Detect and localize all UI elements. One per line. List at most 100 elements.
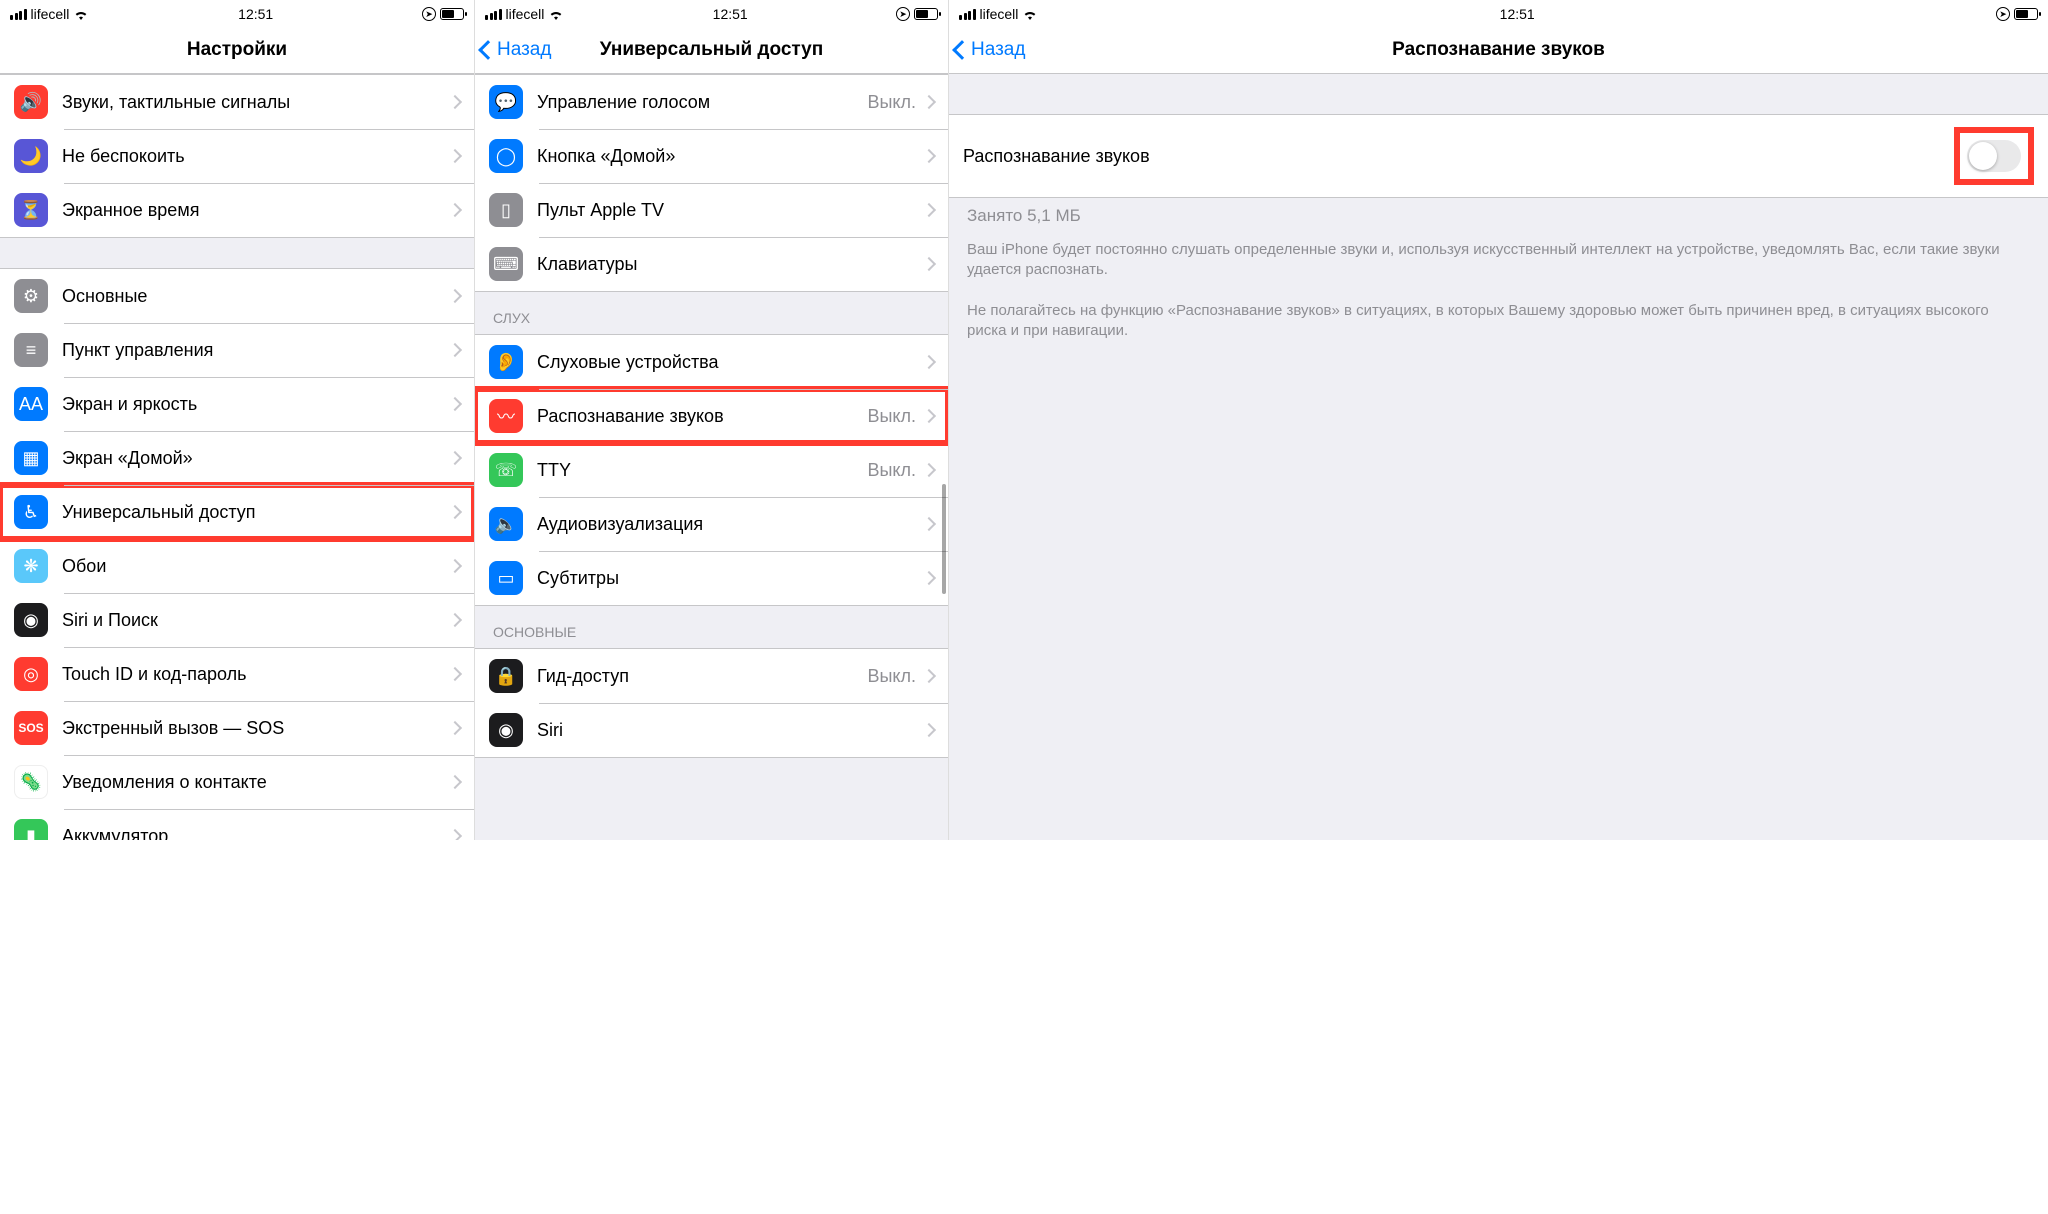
- description-1: Ваш iPhone будет постоянно слушать опред…: [949, 230, 2048, 291]
- page-title: Распознавание звуков: [1392, 39, 1605, 61]
- row-hearing-devices[interactable]: 👂 Слуховые устройства: [475, 335, 948, 389]
- status-bar: lifecell 12:51 ➤: [0, 0, 474, 26]
- row-label: Звуки, тактильные сигналы: [62, 92, 450, 113]
- row-siri-access[interactable]: ◉ Siri: [475, 703, 948, 757]
- row-home-screen[interactable]: ▦ Экран «Домой»: [0, 431, 474, 485]
- sound-waves-icon: 〰: [489, 399, 523, 433]
- chevron-right-icon: [448, 289, 462, 303]
- row-label: Аккумулятор: [62, 826, 450, 841]
- carrier-label: lifecell: [980, 6, 1019, 22]
- carrier-label: lifecell: [506, 6, 545, 22]
- accessibility-list[interactable]: 💬 Управление голосом Выкл. ◯ Кнопка «Дом…: [475, 74, 948, 840]
- row-sos[interactable]: SOS Экстренный вызов — SOS: [0, 701, 474, 755]
- row-label: Экран «Домой»: [62, 448, 450, 469]
- nav-bar: Назад Универсальный доступ: [475, 26, 948, 74]
- row-label: Управление голосом: [537, 92, 867, 113]
- row-sound-recognition[interactable]: 〰 Распознавание звуков Выкл.: [475, 389, 948, 443]
- row-label: Кнопка «Домой»: [537, 146, 924, 167]
- row-touchid[interactable]: ◎ Touch ID и код-пароль: [0, 647, 474, 701]
- row-sounds[interactable]: 🔊 Звуки, тактильные сигналы: [0, 75, 474, 129]
- chevron-right-icon: [448, 451, 462, 465]
- row-accessibility[interactable]: ♿︎ Универсальный доступ: [0, 485, 474, 539]
- row-audio-visual[interactable]: 🔈 Аудиовизуализация: [475, 497, 948, 551]
- row-subtitles[interactable]: ▭ Субтитры: [475, 551, 948, 605]
- row-value: Выкл.: [867, 460, 916, 481]
- text-size-icon: AA: [14, 387, 48, 421]
- row-home-button[interactable]: ◯ Кнопка «Домой»: [475, 129, 948, 183]
- row-display[interactable]: AA Экран и яркость: [0, 377, 474, 431]
- exposure-icon: 🦠: [14, 765, 48, 799]
- row-label: Обои: [62, 556, 450, 577]
- scrollbar[interactable]: [942, 484, 946, 594]
- row-label: Аудиовизуализация: [537, 514, 924, 535]
- row-label: Экстренный вызов — SOS: [62, 718, 450, 739]
- row-label: Распознавание звуков: [537, 406, 867, 427]
- gear-icon: ⚙︎: [14, 279, 48, 313]
- row-keyboards[interactable]: ⌨︎ Клавиатуры: [475, 237, 948, 291]
- row-dnd[interactable]: 🌙 Не беспокоить: [0, 129, 474, 183]
- row-apple-tv[interactable]: ▯ Пульт Apple TV: [475, 183, 948, 237]
- panel-accessibility: lifecell 12:51 ➤ Назад Универсальный дос…: [474, 0, 948, 840]
- row-tty[interactable]: ☏ TTY Выкл.: [475, 443, 948, 497]
- row-label: Не беспокоить: [62, 146, 450, 167]
- row-label: Touch ID и код-пароль: [62, 664, 450, 685]
- row-label: Siri и Поиск: [62, 610, 450, 631]
- highlight-box: [1954, 127, 2034, 185]
- chevron-right-icon: [922, 95, 936, 109]
- fingerprint-icon: ◎: [14, 657, 48, 691]
- row-voice-control[interactable]: 💬 Управление голосом Выкл.: [475, 75, 948, 129]
- chevron-right-icon: [448, 613, 462, 627]
- page-title: Настройки: [187, 39, 287, 61]
- chevron-right-icon: [922, 257, 936, 271]
- row-label: Экран и яркость: [62, 394, 450, 415]
- status-bar: lifecell 12:51 ➤: [949, 0, 2048, 26]
- row-exposure[interactable]: 🦠 Уведомления о контакте: [0, 755, 474, 809]
- signal-bars-icon: [10, 9, 27, 20]
- chevron-right-icon: [448, 775, 462, 789]
- chevron-right-icon: [922, 463, 936, 477]
- row-guided-access[interactable]: 🔒 Гид-доступ Выкл.: [475, 649, 948, 703]
- row-screentime[interactable]: ⏳ Экранное время: [0, 183, 474, 237]
- row-label: Основные: [62, 286, 450, 307]
- sounds-icon: 🔊: [14, 85, 48, 119]
- row-label: Универсальный доступ: [62, 502, 450, 523]
- chevron-right-icon: [922, 203, 936, 217]
- chevron-right-icon: [448, 559, 462, 573]
- back-button[interactable]: Назад: [955, 39, 1025, 61]
- clock: 12:51: [1500, 6, 1535, 22]
- sound-recognition-toggle[interactable]: [1967, 140, 2021, 172]
- battery-icon: [440, 8, 464, 20]
- tty-icon: ☏: [489, 453, 523, 487]
- row-label: TTY: [537, 460, 867, 481]
- battery-icon: [914, 8, 938, 20]
- settings-list[interactable]: 🔊 Звуки, тактильные сигналы 🌙 Не беспоко…: [0, 74, 474, 840]
- signal-bars-icon: [485, 9, 502, 20]
- row-label: Пункт управления: [62, 340, 450, 361]
- ear-icon: 👂: [489, 345, 523, 379]
- wifi-icon: [73, 8, 89, 20]
- battery-icon: [2014, 8, 2038, 20]
- row-battery[interactable]: ▮ Аккумулятор: [0, 809, 474, 840]
- row-value: Выкл.: [867, 406, 916, 427]
- row-label: Слуховые устройства: [537, 352, 924, 373]
- clock: 12:51: [238, 6, 273, 22]
- chevron-right-icon: [922, 409, 936, 423]
- chevron-right-icon: [448, 203, 462, 217]
- lock-box-icon: 🔒: [489, 659, 523, 693]
- row-general[interactable]: ⚙︎ Основные: [0, 269, 474, 323]
- voice-icon: 💬: [489, 85, 523, 119]
- row-control-center[interactable]: ≡ Пункт управления: [0, 323, 474, 377]
- row-wallpaper[interactable]: ❋ Обои: [0, 539, 474, 593]
- chevron-right-icon: [448, 149, 462, 163]
- chevron-left-icon: [952, 40, 972, 60]
- row-siri[interactable]: ◉ Siri и Поиск: [0, 593, 474, 647]
- panel-sound-recognition: lifecell 12:51 ➤ Назад Распознавание зву…: [948, 0, 2048, 840]
- moon-icon: 🌙: [14, 139, 48, 173]
- accessibility-icon: ♿︎: [14, 495, 48, 529]
- section-hearing: СЛУХ: [475, 292, 948, 334]
- chevron-right-icon: [922, 669, 936, 683]
- back-button[interactable]: Назад: [481, 39, 551, 61]
- remote-icon: ▯: [489, 193, 523, 227]
- nav-bar: Настройки: [0, 26, 474, 74]
- signal-bars-icon: [959, 9, 976, 20]
